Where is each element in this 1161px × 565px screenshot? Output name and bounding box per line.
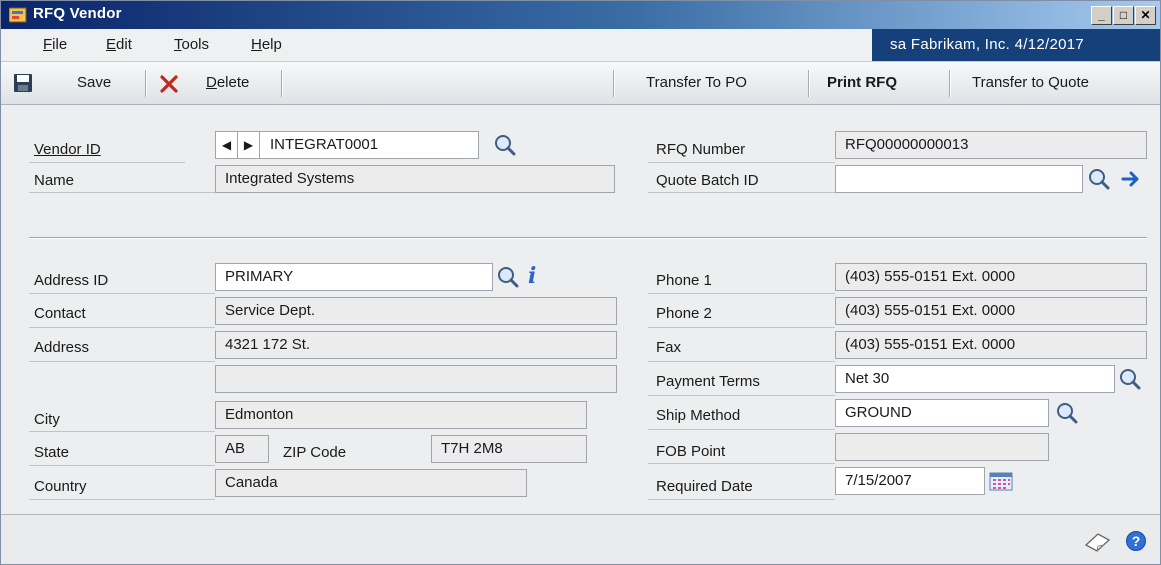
phone2-field: (403) 555-0151 Ext. 0000 xyxy=(835,297,1147,325)
label-underline xyxy=(648,162,835,163)
state-label: State xyxy=(34,444,70,461)
vendor-lookup-icon[interactable] xyxy=(494,134,516,156)
phone1-label: Phone 1 xyxy=(656,272,712,289)
minimize-button[interactable]: _ xyxy=(1091,6,1112,25)
status-bar: ? xyxy=(1,514,1160,564)
payment-terms-input[interactable]: Net 30 xyxy=(835,365,1115,393)
vendor-id-value: INTEGRAT0001 xyxy=(270,136,379,153)
address-lookup-icon[interactable] xyxy=(497,266,519,288)
fob-point-label: FOB Point xyxy=(656,443,726,460)
toolbar-separator xyxy=(808,70,810,97)
address-id-input[interactable]: PRIMARY xyxy=(215,263,493,291)
title-bar[interactable]: RFQ Vendor _ □ ✕ xyxy=(1,1,1160,29)
info-icon[interactable]: i xyxy=(528,263,536,289)
label-underline xyxy=(29,465,215,466)
payment-terms-lookup-icon[interactable] xyxy=(1119,368,1141,390)
quote-batch-label: Quote Batch ID xyxy=(656,172,759,189)
fob-point-field[interactable] xyxy=(835,433,1049,461)
phone2-label: Phone 2 xyxy=(656,305,712,322)
note-icon[interactable] xyxy=(1082,531,1112,553)
help-icon[interactable]: ? xyxy=(1125,530,1147,552)
toolbar: Save Delete Transfer To PO Print RFQ Tra… xyxy=(1,61,1160,105)
payment-terms-label: Payment Terms xyxy=(656,373,760,390)
transfer-to-quote-button[interactable]: Transfer to Quote xyxy=(972,74,1089,91)
label-underline xyxy=(29,327,215,328)
menu-edit[interactable]: Edit xyxy=(106,36,132,53)
label-underline xyxy=(648,429,835,430)
ship-method-label: Ship Method xyxy=(656,407,741,424)
calendar-icon[interactable] xyxy=(989,471,1013,491)
city-label: City xyxy=(34,411,60,428)
browse-next-icon[interactable]: ▶ xyxy=(238,132,260,158)
label-underline xyxy=(648,361,835,362)
label-underline xyxy=(648,395,835,396)
delete-icon xyxy=(160,75,178,93)
maximize-button[interactable]: □ xyxy=(1113,6,1134,25)
browse-prev-icon[interactable]: ◀ xyxy=(216,132,238,158)
toolbar-separator xyxy=(613,70,615,97)
label-underline xyxy=(648,293,835,294)
label-underline xyxy=(648,463,835,464)
name-label: Name xyxy=(34,172,75,189)
label-underline xyxy=(648,499,835,500)
label-underline xyxy=(648,192,835,193)
expansion-arrow-icon[interactable] xyxy=(1120,169,1142,189)
name-field: Integrated Systems xyxy=(215,165,615,193)
contact-label: Contact xyxy=(34,305,86,322)
save-button[interactable]: Save xyxy=(77,74,111,91)
vendor-id-label[interactable]: Vendor ID xyxy=(34,141,101,158)
print-rfq-button[interactable]: Print RFQ xyxy=(827,74,897,91)
rfq-vendor-window: RFQ Vendor _ □ ✕ File Edit Tools Help sa… xyxy=(0,0,1161,565)
zip-label: ZIP Code xyxy=(283,444,347,461)
app-icon xyxy=(9,7,27,23)
label-underline xyxy=(29,192,215,193)
menu-bar: File Edit Tools Help sa Fabrikam, Inc. 4… xyxy=(1,29,1160,61)
label-underline xyxy=(29,162,185,163)
vendor-id-field[interactable]: ◀ ▶ INTEGRAT0001 xyxy=(215,131,479,159)
section-divider xyxy=(29,237,1147,239)
quote-batch-input[interactable] xyxy=(835,165,1083,193)
country-label: Country xyxy=(34,478,87,495)
required-date-label: Required Date xyxy=(656,478,753,495)
menu-file[interactable]: File xyxy=(43,36,67,53)
fax-label: Fax xyxy=(656,339,682,356)
rfq-number-label: RFQ Number xyxy=(656,141,746,158)
label-underline xyxy=(29,293,215,294)
address-line1-field: 4321 172 St. xyxy=(215,331,617,359)
menu-tools[interactable]: Tools xyxy=(174,36,209,53)
ship-method-input[interactable]: GROUND xyxy=(835,399,1049,427)
zip-field: T7H 2M8 xyxy=(431,435,587,463)
label-underline xyxy=(29,499,215,500)
state-field: AB xyxy=(215,435,269,463)
fax-field: (403) 555-0151 Ext. 0000 xyxy=(835,331,1147,359)
toolbar-separator xyxy=(281,70,283,97)
required-date-input[interactable]: 7/15/2007 xyxy=(835,467,985,495)
menu-help[interactable]: Help xyxy=(251,36,282,53)
user-company-date[interactable]: sa Fabrikam, Inc. 4/12/2017 xyxy=(872,29,1160,61)
save-icon xyxy=(14,74,32,92)
city-field: Edmonton xyxy=(215,401,587,429)
window-title: RFQ Vendor xyxy=(33,5,122,22)
ship-method-lookup-icon[interactable] xyxy=(1056,402,1078,424)
label-underline xyxy=(648,327,835,328)
rfq-number-field: RFQ00000000013 xyxy=(835,131,1147,159)
delete-button[interactable]: Delete xyxy=(206,74,249,91)
label-underline xyxy=(29,361,215,362)
transfer-to-po-button[interactable]: Transfer To PO xyxy=(646,74,747,91)
quote-batch-lookup-icon[interactable] xyxy=(1088,168,1110,190)
address-id-label: Address ID xyxy=(34,272,109,289)
phone1-field: (403) 555-0151 Ext. 0000 xyxy=(835,263,1147,291)
svg-text:?: ? xyxy=(1132,533,1141,549)
country-field: Canada xyxy=(215,469,527,497)
contact-field: Service Dept. xyxy=(215,297,617,325)
address-line2-field xyxy=(215,365,617,393)
label-underline xyxy=(29,431,215,432)
close-button[interactable]: ✕ xyxy=(1135,6,1156,25)
toolbar-separator xyxy=(145,70,147,97)
toolbar-separator xyxy=(949,70,951,97)
address-label: Address xyxy=(34,339,90,356)
